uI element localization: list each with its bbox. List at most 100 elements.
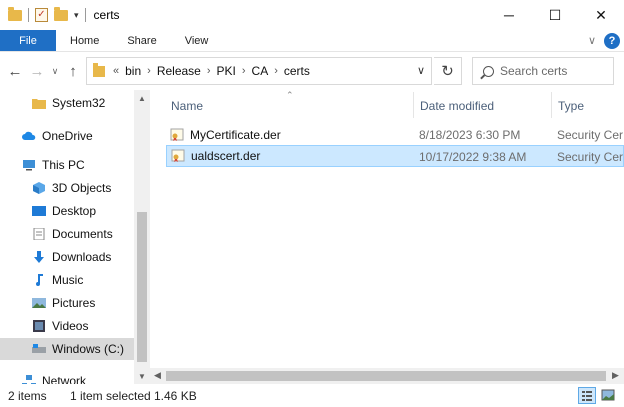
- breadcrumb-separator[interactable]: ›: [274, 65, 278, 77]
- scroll-right-arrow-icon[interactable]: ▶: [612, 370, 619, 381]
- folder-icon: [8, 6, 22, 21]
- sidebar-item-label: Desktop: [52, 204, 97, 218]
- column-header-type[interactable]: Type: [558, 92, 584, 120]
- music-icon: [36, 274, 43, 286]
- sidebar-item-label: Documents: [52, 227, 113, 241]
- sidebar-scroll-thumb[interactable]: [137, 212, 147, 362]
- tab-share[interactable]: Share: [113, 30, 170, 51]
- file-list-horizontal-scrollbar[interactable]: ◀ ▶: [150, 368, 624, 384]
- sidebar-item-onedrive[interactable]: OneDrive: [0, 125, 134, 147]
- folder-icon: [93, 62, 105, 77]
- sidebar-item-music[interactable]: Music: [0, 269, 134, 291]
- cloud-icon: [22, 131, 36, 140]
- sidebar-item-desktop[interactable]: Desktop: [0, 200, 134, 222]
- column-divider[interactable]: [551, 92, 552, 118]
- back-button[interactable]: ←: [4, 63, 26, 80]
- refresh-button[interactable]: ↻: [434, 57, 462, 85]
- ribbon-tabs: File Home Share View ∨ ?: [0, 30, 624, 52]
- drive-icon: [32, 344, 46, 353]
- certificate-file-icon: [170, 128, 184, 141]
- address-bar[interactable]: « bin › Release › PKI › CA › certs ∨: [86, 57, 432, 85]
- toolbar-divider: [28, 8, 29, 22]
- videos-icon: [33, 320, 45, 332]
- file-date: 10/17/2022 9:38 AM: [419, 150, 527, 164]
- expand-ribbon-chevron-icon[interactable]: ∨: [588, 34, 596, 47]
- horizontal-scroll-thumb[interactable]: [166, 371, 606, 381]
- address-dropdown-chevron-icon[interactable]: ∨: [417, 64, 425, 77]
- scroll-down-arrow-icon[interactable]: ▼: [138, 372, 146, 381]
- breadcrumb-separator[interactable]: ›: [207, 65, 211, 77]
- sidebar-item-label: Music: [52, 273, 84, 287]
- selection-count: 1 item selected: [70, 389, 151, 403]
- sidebar-item-label: Videos: [52, 319, 89, 333]
- tab-home[interactable]: Home: [56, 30, 113, 51]
- recent-locations-chevron-icon[interactable]: ∨: [48, 66, 62, 77]
- sidebar-item-label: 3D Objects: [52, 181, 112, 195]
- sidebar-item-label: Windows (C:): [52, 342, 125, 356]
- sidebar-item-documents[interactable]: Documents: [0, 223, 134, 245]
- file-name: ualdscert.der: [191, 149, 261, 163]
- breadcrumb-overflow[interactable]: «: [113, 65, 119, 77]
- breadcrumb-bin[interactable]: bin: [125, 64, 141, 78]
- details-view-button[interactable]: [578, 387, 596, 404]
- item-count: 2 items: [8, 389, 47, 403]
- sidebar-item-3d-objects[interactable]: 3D Objects: [0, 177, 134, 199]
- sidebar-item-label: Pictures: [52, 296, 96, 310]
- sidebar-item-label: Downloads: [52, 250, 112, 264]
- sidebar-scrollbar[interactable]: ▲ ▼: [134, 90, 150, 386]
- file-name: MyCertificate.der: [190, 128, 281, 142]
- sidebar-item-downloads[interactable]: Downloads: [0, 246, 134, 268]
- file-date: 8/18/2023 6:30 PM: [419, 128, 521, 142]
- tab-view[interactable]: View: [171, 30, 223, 51]
- breadcrumb-pki[interactable]: PKI: [217, 64, 236, 78]
- file-row-ualdscert[interactable]: ualdscert.der 10/17/2022 9:38 AM Securit…: [166, 145, 624, 167]
- cube-icon: [33, 182, 45, 194]
- file-tab[interactable]: File: [0, 30, 56, 51]
- scroll-left-arrow-icon[interactable]: ◀: [154, 370, 161, 381]
- sidebar-item-pictures[interactable]: Pictures: [0, 292, 134, 314]
- desktop-icon: [32, 206, 46, 216]
- help-icon[interactable]: ?: [604, 32, 620, 49]
- large-icons-view-button[interactable]: [600, 387, 618, 404]
- selection-size: 1.46 KB: [154, 389, 197, 403]
- column-header-date-modified[interactable]: Date modified: [420, 92, 494, 120]
- column-header-name[interactable]: Name: [171, 92, 203, 120]
- sidebar-item-label: OneDrive: [42, 129, 93, 143]
- sidebar-item-videos[interactable]: Videos: [0, 315, 134, 337]
- window-title: certs: [93, 8, 120, 22]
- navigation-pane: System32 OneDrive This PC 3D Objects Des…: [0, 90, 150, 386]
- forward-button[interactable]: →: [26, 63, 48, 80]
- large-icons-view-icon: [601, 389, 615, 401]
- scroll-up-arrow-icon[interactable]: ▲: [138, 94, 146, 103]
- breadcrumb-certs[interactable]: certs: [284, 64, 310, 78]
- sidebar-item-label: This PC: [42, 158, 85, 172]
- sidebar-item-system32[interactable]: System32: [0, 92, 134, 114]
- search-icon: [483, 65, 494, 77]
- pictures-icon: [32, 298, 46, 308]
- breadcrumb-release[interactable]: Release: [157, 64, 201, 78]
- breadcrumb-separator[interactable]: ›: [242, 65, 246, 77]
- column-divider[interactable]: [413, 92, 414, 118]
- search-input[interactable]: [500, 64, 600, 78]
- file-type: Security Certificate: [557, 128, 623, 142]
- close-button[interactable]: ✕: [578, 0, 624, 30]
- details-view-icon: [582, 391, 592, 401]
- new-folder-icon[interactable]: [54, 6, 68, 21]
- maximize-button[interactable]: ☐: [532, 0, 578, 30]
- minimize-button[interactable]: ─: [486, 0, 532, 30]
- properties-icon[interactable]: ✓: [35, 8, 48, 22]
- breadcrumb-separator[interactable]: ›: [147, 65, 151, 77]
- quick-access-toolbar: ✓ ▾: [0, 6, 86, 22]
- up-button[interactable]: ↑: [62, 63, 84, 80]
- sort-indicator-icon: ⌃: [286, 90, 294, 100]
- sidebar-item-this-pc[interactable]: This PC: [0, 154, 134, 176]
- computer-icon: [23, 160, 35, 171]
- file-row-mycertificate[interactable]: MyCertificate.der 8/18/2023 6:30 PM Secu…: [166, 124, 624, 146]
- sidebar-item-windows-c[interactable]: Windows (C:): [0, 338, 134, 360]
- status-bar: 2 items 1 item selected 1.46 KB: [0, 384, 624, 407]
- breadcrumb-ca[interactable]: CA: [252, 64, 269, 78]
- customize-toolbar-chevron-icon[interactable]: ▾: [74, 10, 79, 21]
- certificate-file-icon: [171, 149, 185, 162]
- file-type: Security Certificate: [557, 150, 623, 164]
- search-box[interactable]: [472, 57, 614, 85]
